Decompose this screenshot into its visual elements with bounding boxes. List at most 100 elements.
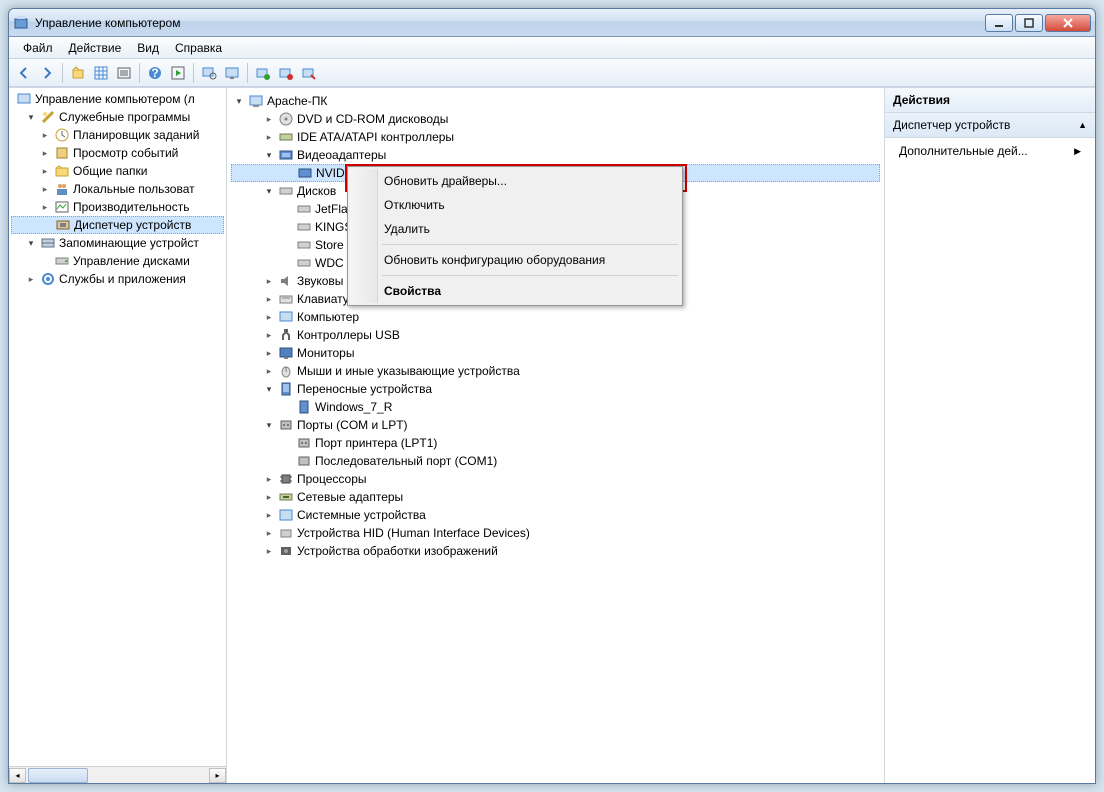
toolbar-separator xyxy=(193,63,194,83)
device-item[interactable]: Системные устройства xyxy=(231,506,880,524)
context-menu-iconstrip xyxy=(350,169,378,303)
scan-hardware-button[interactable] xyxy=(252,62,274,84)
up-button[interactable] xyxy=(67,62,89,84)
tool-monitor-search-icon[interactable] xyxy=(198,62,220,84)
collapse-arrow-icon[interactable]: ▲ xyxy=(1078,120,1087,130)
tree-group-services[interactable]: Службы и приложения xyxy=(11,270,224,288)
tree-item-device-manager[interactable]: Диспетчер устройств xyxy=(11,216,224,234)
expand-arrow-icon[interactable] xyxy=(39,183,51,195)
expand-arrow-icon[interactable] xyxy=(263,131,275,143)
expand-arrow-icon[interactable] xyxy=(39,165,51,177)
expand-arrow-icon[interactable] xyxy=(39,147,51,159)
expand-arrow-icon[interactable] xyxy=(25,237,37,249)
tree-item-disk-management[interactable]: Управление дисками xyxy=(11,252,224,270)
device-label: Порты (COM и LPT) xyxy=(297,418,408,432)
close-button[interactable] xyxy=(1045,14,1091,32)
device-item[interactable]: Последовательный порт (COM1) xyxy=(231,452,880,470)
horizontal-scrollbar[interactable]: ◂ ▸ xyxy=(9,766,226,783)
device-item[interactable]: Переносные устройства xyxy=(231,380,880,398)
tool-grid-icon[interactable] xyxy=(90,62,112,84)
tree-item-users[interactable]: Локальные пользоват xyxy=(11,180,224,198)
uninstall-button[interactable] xyxy=(275,62,297,84)
scroll-right-icon[interactable]: ▸ xyxy=(209,768,226,783)
tree-group-storage[interactable]: Запоминающие устройст xyxy=(11,234,224,252)
device-item[interactable]: Мыши и иные указывающие устройства xyxy=(231,362,880,380)
expand-arrow-icon[interactable] xyxy=(263,185,275,197)
help-button[interactable]: ? xyxy=(144,62,166,84)
menu-file[interactable]: Файл xyxy=(15,39,61,57)
ctx-update-drivers[interactable]: Обновить драйверы... xyxy=(350,169,680,193)
device-item[interactable]: Устройства HID (Human Interface Devices) xyxy=(231,524,880,542)
device-item[interactable]: Windows_7_R xyxy=(231,398,880,416)
tree-item-shared[interactable]: Общие папки xyxy=(11,162,224,180)
back-button[interactable] xyxy=(13,62,35,84)
expand-arrow-icon[interactable] xyxy=(233,95,245,107)
tool-play-icon[interactable] xyxy=(167,62,189,84)
tree-label: Диспетчер устройств xyxy=(74,218,191,232)
expand-arrow-icon[interactable] xyxy=(263,509,275,521)
expand-arrow-icon[interactable] xyxy=(263,113,275,125)
minimize-button[interactable] xyxy=(985,14,1013,32)
expand-arrow-icon[interactable] xyxy=(263,383,275,395)
device-item[interactable]: Порт принтера (LPT1) xyxy=(231,434,880,452)
scroll-thumb[interactable] xyxy=(28,768,88,783)
device-root[interactable]: Apache-ПК xyxy=(231,92,880,110)
device-item[interactable]: Устройства обработки изображений xyxy=(231,542,880,560)
device-label: Устройства обработки изображений xyxy=(297,544,498,558)
device-item[interactable]: DVD и CD-ROM дисководы xyxy=(231,110,880,128)
menu-view[interactable]: Вид xyxy=(129,39,167,57)
device-item[interactable]: Процессоры xyxy=(231,470,880,488)
expand-arrow-icon[interactable] xyxy=(39,129,51,141)
folder-shared-icon xyxy=(54,163,70,179)
menu-action[interactable]: Действие xyxy=(61,39,130,57)
device-item[interactable]: Мониторы xyxy=(231,344,880,362)
expand-arrow-icon[interactable] xyxy=(263,311,275,323)
tree-label: Управление компьютером (л xyxy=(35,92,195,106)
expand-arrow-icon[interactable] xyxy=(263,275,275,287)
forward-button[interactable] xyxy=(36,62,58,84)
device-item[interactable]: Компьютер xyxy=(231,308,880,326)
device-item[interactable]: Порты (COM и LPT) xyxy=(231,416,880,434)
tree-item-events[interactable]: Просмотр событий xyxy=(11,144,224,162)
expand-arrow-icon[interactable] xyxy=(263,419,275,431)
tree-item-scheduler[interactable]: Планировщик заданий xyxy=(11,126,224,144)
ctx-properties[interactable]: Свойства xyxy=(350,279,680,303)
expand-arrow-icon[interactable] xyxy=(25,111,37,123)
device-item[interactable]: Сетевые адаптеры xyxy=(231,488,880,506)
ctx-delete[interactable]: Удалить xyxy=(350,217,680,241)
tree-item-performance[interactable]: Производительность xyxy=(11,198,224,216)
maximize-button[interactable] xyxy=(1015,14,1043,32)
tool-list-icon[interactable] xyxy=(113,62,135,84)
expand-arrow-icon[interactable] xyxy=(263,293,275,305)
device-item[interactable]: IDE ATA/ATAPI контроллеры xyxy=(231,128,880,146)
device-item[interactable]: Видеоадаптеры xyxy=(231,146,880,164)
tree-group-system-tools[interactable]: Служебные программы xyxy=(11,108,224,126)
device-icon xyxy=(296,435,312,451)
tool-monitor-icon[interactable] xyxy=(221,62,243,84)
expand-arrow-icon[interactable] xyxy=(39,201,51,213)
scroll-left-icon[interactable]: ◂ xyxy=(9,768,26,783)
expand-arrow-icon[interactable] xyxy=(25,273,37,285)
expand-arrow-icon[interactable] xyxy=(263,347,275,359)
actions-more[interactable]: Дополнительные дей... ▶ xyxy=(885,138,1095,164)
expand-arrow-icon[interactable] xyxy=(263,545,275,557)
expand-arrow-icon[interactable] xyxy=(263,365,275,377)
expand-arrow-icon[interactable] xyxy=(263,149,275,161)
actions-subheader[interactable]: Диспетчер устройств ▲ xyxy=(885,113,1095,138)
ctx-scan-hardware[interactable]: Обновить конфигурацию оборудования xyxy=(350,248,680,272)
device-label: Видеоадаптеры xyxy=(297,148,386,162)
expand-arrow-icon[interactable] xyxy=(263,329,275,341)
tree-root[interactable]: Управление компьютером (л xyxy=(11,90,224,108)
device-label: Windows_7_R xyxy=(315,400,392,414)
device-item[interactable]: Контроллеры USB xyxy=(231,326,880,344)
ctx-disable[interactable]: Отключить xyxy=(350,193,680,217)
expand-arrow-icon[interactable] xyxy=(263,527,275,539)
tree-label: Управление дисками xyxy=(73,254,190,268)
expand-arrow-icon[interactable] xyxy=(263,491,275,503)
menu-help[interactable]: Справка xyxy=(167,39,230,57)
device-label: Store xyxy=(315,238,344,252)
device-label: Звуковы xyxy=(297,274,343,288)
toolbar-separator xyxy=(62,63,63,83)
disable-button[interactable] xyxy=(298,62,320,84)
expand-arrow-icon[interactable] xyxy=(263,473,275,485)
